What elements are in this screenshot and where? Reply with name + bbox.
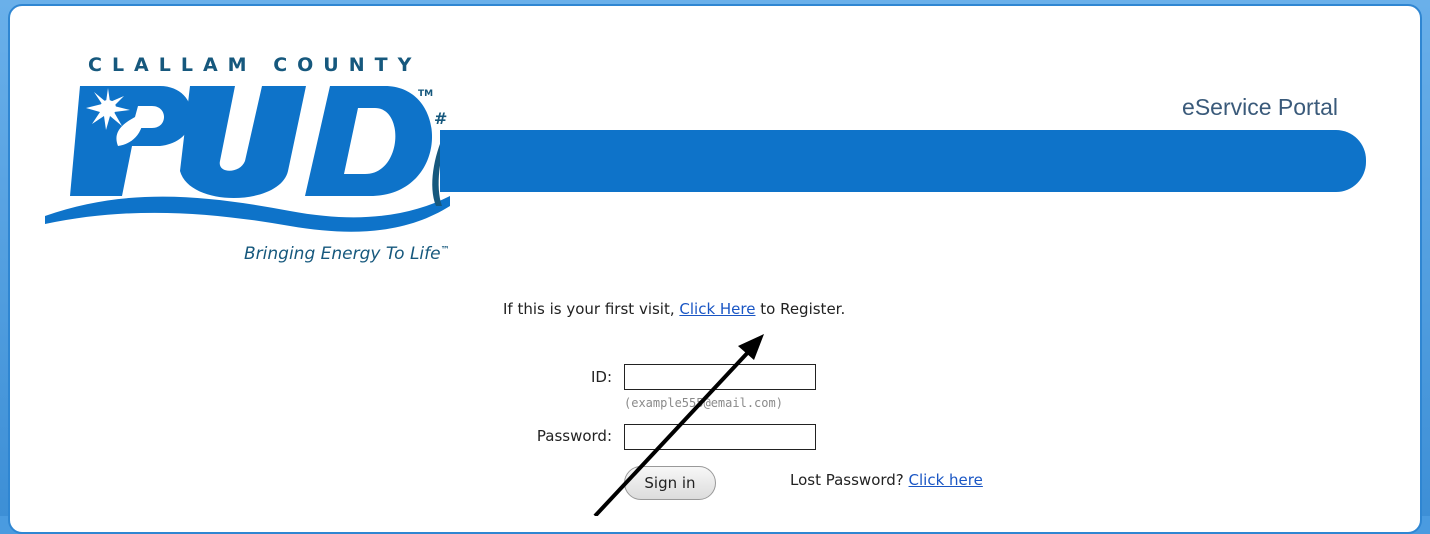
page-background: # TM CLALLAM COUNTY Bringing Energy To L… [0, 0, 1430, 534]
portal-title: eService Portal [1182, 94, 1338, 120]
sign-in-button[interactable]: Sign in [624, 466, 716, 500]
register-prompt: If this is your first visit, Click Here … [503, 300, 845, 318]
portal-panel: # TM CLALLAM COUNTY Bringing Energy To L… [8, 4, 1422, 534]
password-input[interactable] [624, 424, 816, 450]
logo-tagline: Bringing Energy To Life™ [244, 244, 450, 264]
pud-logo: # TM CLALLAM COUNTY Bringing Energy To L… [40, 46, 480, 281]
svg-text:#: # [434, 109, 447, 128]
tagline-text: Bringing Energy To Life [244, 244, 441, 264]
id-hint: (example555@email.com) [624, 396, 783, 410]
lost-password-link[interactable]: Click here [909, 471, 983, 489]
svg-text:TM: TM [418, 89, 433, 99]
header-banner-bar [440, 130, 1366, 192]
lost-password-prompt: Lost Password? Click here [790, 471, 983, 489]
password-label: Password: [536, 427, 612, 445]
register-prefix: If this is your first visit, [503, 300, 680, 318]
id-input[interactable] [624, 364, 816, 390]
register-suffix: to Register. [755, 300, 846, 318]
id-label: ID: [590, 368, 612, 386]
logo-county-text: CLALLAM COUNTY [88, 54, 422, 76]
tagline-tm: ™ [440, 245, 450, 256]
lost-password-prefix: Lost Password? [790, 471, 909, 489]
register-link[interactable]: Click Here [679, 300, 755, 318]
